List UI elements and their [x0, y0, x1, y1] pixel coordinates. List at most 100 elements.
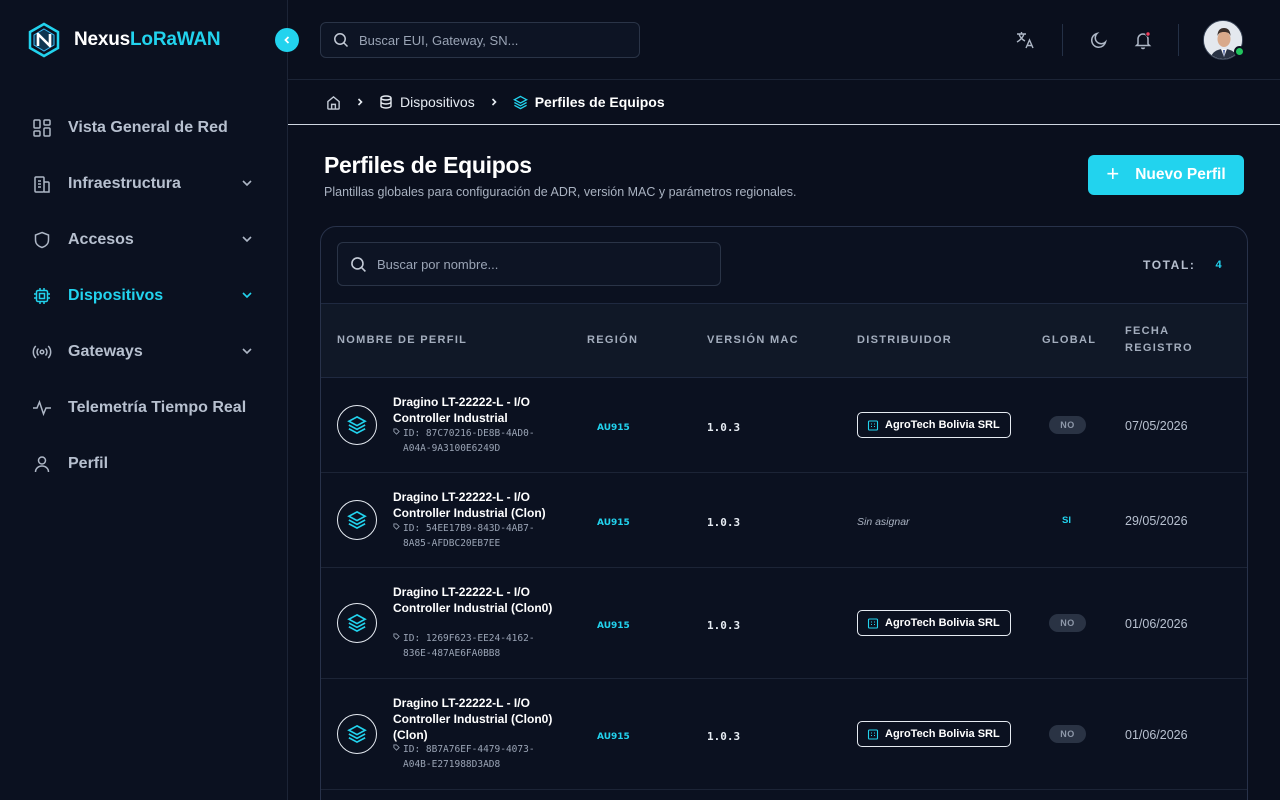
registration-date: 01/06/2026 [1125, 617, 1188, 631]
brand-name: NexusLoRaWAN [74, 29, 221, 50]
region-badge: AU915 [597, 732, 630, 742]
search-icon [351, 256, 366, 272]
online-status-indicator [1234, 46, 1245, 57]
breadcrumb-label: Dispositivos [400, 94, 475, 110]
moon-icon[interactable] [1089, 30, 1109, 50]
chevron-down-icon[interactable] [240, 288, 254, 302]
table-header: NOMBRE DE PERFIL REGIÓN VERSIÓN MAC DIST… [321, 303, 1247, 378]
registration-date: 01/06/2026 [1125, 728, 1188, 742]
tag-icon [393, 428, 400, 435]
breadcrumb: Dispositivos Perfiles de Equipos [288, 80, 1280, 125]
column-header-region[interactable]: REGIÓN [587, 332, 638, 349]
page-title: Perfiles de Equipos [324, 152, 532, 178]
grid-icon [32, 118, 52, 138]
mac-version: 1.0.3 [707, 730, 741, 743]
mac-version: 1.0.3 [707, 421, 741, 434]
chevron-left-icon [284, 36, 290, 44]
user-icon [32, 454, 52, 474]
sidebar-collapse-button[interactable] [275, 28, 299, 52]
profile-id: ID: 8B7A76EF-4479-4073-A04B-E271988D3AD8 [393, 742, 563, 772]
sidebar-item-infraestructura[interactable]: Infraestructura [0, 156, 287, 212]
sidebar: NexusLoRaWAN Vista General de Red Infrae… [0, 0, 288, 800]
sidebar-item-label: Infraestructura [68, 175, 181, 192]
page-subtitle: Plantillas globales para configuración d… [324, 185, 797, 199]
global-status-badge: SI [1062, 515, 1071, 526]
profile-name: Dragino LT-22222-L - I/O Controller Indu… [393, 395, 530, 425]
total-count: TOTAL: 4 [1143, 258, 1222, 272]
shield-icon [32, 230, 52, 250]
sidebar-item-gateways[interactable]: Gateways [0, 324, 287, 380]
sidebar-item-accesos[interactable]: Accesos [0, 212, 287, 268]
building-icon [867, 420, 879, 431]
profile-id: ID: 1269F623-EE24-4162-836E-487AE6FA0BB8 [393, 631, 563, 661]
chevron-down-icon[interactable] [240, 176, 254, 190]
sidebar-item-label: Vista General de Red [68, 119, 228, 136]
layers-icon [337, 603, 377, 643]
profile-id: ID: 87C70216-DE8B-4AD0-A04A-9A3100E6249D [393, 426, 563, 456]
distributor-unassigned: Sin asignar [857, 516, 910, 528]
plus-icon: + [1106, 161, 1120, 186]
sidebar-item-perfil[interactable]: Perfil [0, 436, 287, 492]
breadcrumb-item-perfiles: Perfiles de Equipos [512, 94, 665, 110]
translate-icon[interactable] [1015, 30, 1035, 50]
sidebar-nav: Vista General de Red Infraestructura Acc… [0, 100, 287, 492]
region-badge: AU915 [597, 518, 630, 528]
chevron-right-icon [355, 97, 365, 107]
table-search-placeholder: Buscar por nombre... [377, 256, 499, 272]
column-header-mac[interactable]: VERSIÓN MAC [707, 332, 799, 349]
layers-icon [512, 95, 528, 109]
column-header-date-line2: REGISTRO [1125, 342, 1193, 354]
distributor-chip[interactable]: AgroTech Bolivia SRL [857, 412, 1011, 438]
new-profile-button[interactable]: + Nuevo Perfil [1088, 155, 1244, 195]
tag-icon [393, 523, 400, 530]
registration-date: 29/05/2026 [1125, 514, 1188, 528]
sidebar-item-label: Telemetría Tiempo Real [68, 399, 247, 416]
table-search-input[interactable]: Buscar por nombre... [337, 242, 721, 286]
brand[interactable]: NexusLoRaWAN [26, 22, 221, 58]
breadcrumb-item-dispositivos[interactable]: Dispositivos [379, 94, 475, 110]
column-header-name[interactable]: NOMBRE DE PERFIL [337, 332, 467, 349]
profiles-table-card: Buscar por nombre... TOTAL: 4 NOMBRE DE … [320, 226, 1248, 800]
chevron-down-icon[interactable] [240, 344, 254, 358]
building-icon [32, 174, 52, 194]
table-row[interactable]: Dragino LT-22222-L - I/O Controller Indu… [321, 679, 1247, 790]
sidebar-item-label: Accesos [68, 231, 134, 248]
chevron-down-icon[interactable] [240, 232, 254, 246]
sidebar-item-dispositivos[interactable]: Dispositivos [0, 268, 287, 324]
table-row[interactable]: Dragino LT-22222-L - I/O Controller Indu… [321, 473, 1247, 568]
column-header-global[interactable]: GLOBAL [1042, 332, 1096, 349]
region-badge: AU915 [597, 423, 630, 433]
layers-icon [337, 500, 377, 540]
profile-name: Dragino LT-22222-L - I/O Controller Indu… [393, 696, 553, 742]
distributor-chip[interactable]: AgroTech Bolivia SRL [857, 610, 1011, 636]
distributor-name: AgroTech Bolivia SRL [885, 617, 1000, 629]
global-status-badge: NO [1049, 416, 1086, 434]
distributor-chip[interactable]: AgroTech Bolivia SRL [857, 721, 1011, 747]
global-search-placeholder: Buscar EUI, Gateway, SN... [359, 32, 519, 48]
activity-icon [32, 398, 52, 418]
layers-icon [337, 405, 377, 445]
sidebar-item-label: Gateways [68, 343, 143, 360]
profile-id: ID: 54EE17B9-843D-4AB7-8A85-AFDBC20EB7EE [393, 521, 563, 551]
global-search-input[interactable]: Buscar EUI, Gateway, SN... [320, 22, 640, 58]
sidebar-item-telemetria[interactable]: Telemetría Tiempo Real [0, 380, 287, 436]
table-row[interactable]: Dragino LT-22222-L - I/O Controller Indu… [321, 568, 1247, 679]
building-icon [867, 618, 879, 629]
database-icon [380, 95, 392, 109]
chevron-right-icon [489, 97, 499, 107]
sidebar-item-label: Perfil [68, 455, 109, 472]
topbar: Buscar EUI, Gateway, SN... [288, 0, 1280, 80]
column-header-distributor[interactable]: DISTRIBUIDOR [857, 332, 952, 349]
table-row[interactable]: Dragino LT-22222-L - I/O Controller Indu… [321, 378, 1247, 473]
column-header-date-line1: FECHA [1125, 325, 1170, 337]
new-profile-button-label: Nuevo Perfil [1135, 166, 1226, 183]
profile-name: Dragino LT-22222-L - I/O Controller Indu… [393, 490, 546, 520]
profile-name: Dragino LT-22222-L - I/O Controller Indu… [393, 585, 553, 615]
search-icon [334, 33, 349, 48]
home-icon[interactable] [326, 95, 341, 110]
bell-icon[interactable] [1133, 30, 1153, 50]
chip-icon [32, 286, 52, 306]
registration-date: 07/05/2026 [1125, 419, 1188, 433]
sidebar-item-vista-general[interactable]: Vista General de Red [0, 100, 287, 156]
column-header-date[interactable]: FECHA REGISTRO [1125, 323, 1193, 357]
